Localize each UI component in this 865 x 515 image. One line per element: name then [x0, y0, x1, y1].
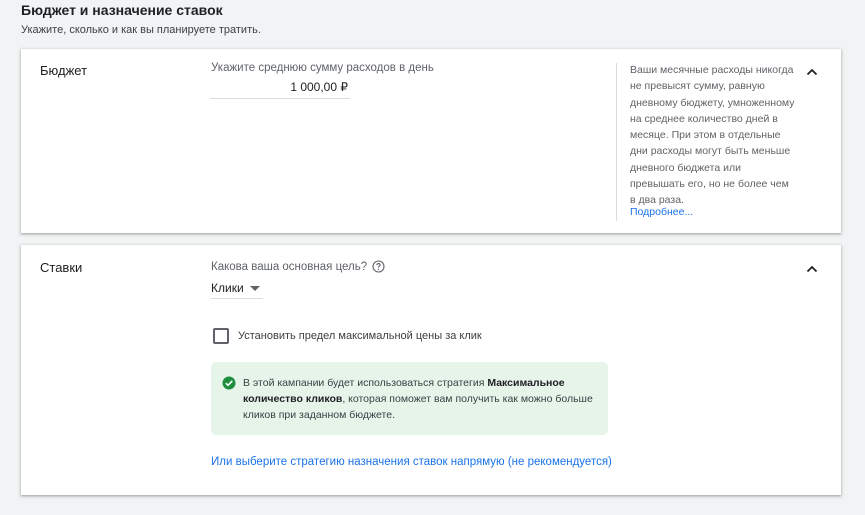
vertical-divider: [616, 63, 617, 221]
max-cpc-checkbox[interactable]: [213, 328, 229, 344]
max-cpc-checkbox-label: Установить предел максимальной цены за к…: [238, 330, 482, 342]
budget-amount-value: 1 000,00 ₽: [290, 80, 348, 94]
budget-amount-input[interactable]: 1 000,00 ₽: [210, 77, 350, 99]
goal-dropdown[interactable]: Клики: [211, 278, 260, 298]
budget-card: Бюджет Укажите среднюю сумму расходов в …: [21, 49, 841, 233]
dropdown-underline: [211, 298, 263, 299]
budget-label: Бюджет: [40, 63, 88, 78]
goal-dropdown-value: Клики: [211, 281, 244, 295]
max-cpc-checkbox-row[interactable]: Установить предел максимальной цены за к…: [213, 328, 482, 344]
chevron-up-icon[interactable]: [805, 65, 819, 79]
learn-more-link[interactable]: Подробнее...: [630, 206, 693, 218]
help-circle-icon[interactable]: [372, 260, 385, 273]
dropdown-arrow-icon: [249, 281, 260, 295]
strategy-info-box: В этой кампании будет использоваться стр…: [211, 362, 608, 435]
chevron-up-icon[interactable]: [805, 262, 819, 276]
budget-sidenote: Ваши месячные расходы никогда не превыся…: [630, 64, 795, 207]
strategy-info-text: В этой кампании будет использоваться стр…: [243, 375, 598, 423]
goal-question: Какова ваша основная цель?: [211, 261, 368, 273]
check-circle-icon: [222, 376, 236, 390]
bidding-label: Ставки: [40, 260, 83, 275]
choose-strategy-link[interactable]: Или выберите стратегию назначения ставок…: [211, 456, 612, 468]
bidding-card: Ставки Какова ваша основная цель? Клики …: [21, 245, 841, 495]
budget-hint: Укажите среднюю сумму расходов в день: [211, 62, 434, 74]
info-text-before: В этой кампании будет использоваться стр…: [243, 377, 488, 389]
section-title: Бюджет и назначение ставок: [21, 2, 223, 18]
section-subtitle: Укажите, сколько и как вы планируете тра…: [21, 24, 261, 36]
